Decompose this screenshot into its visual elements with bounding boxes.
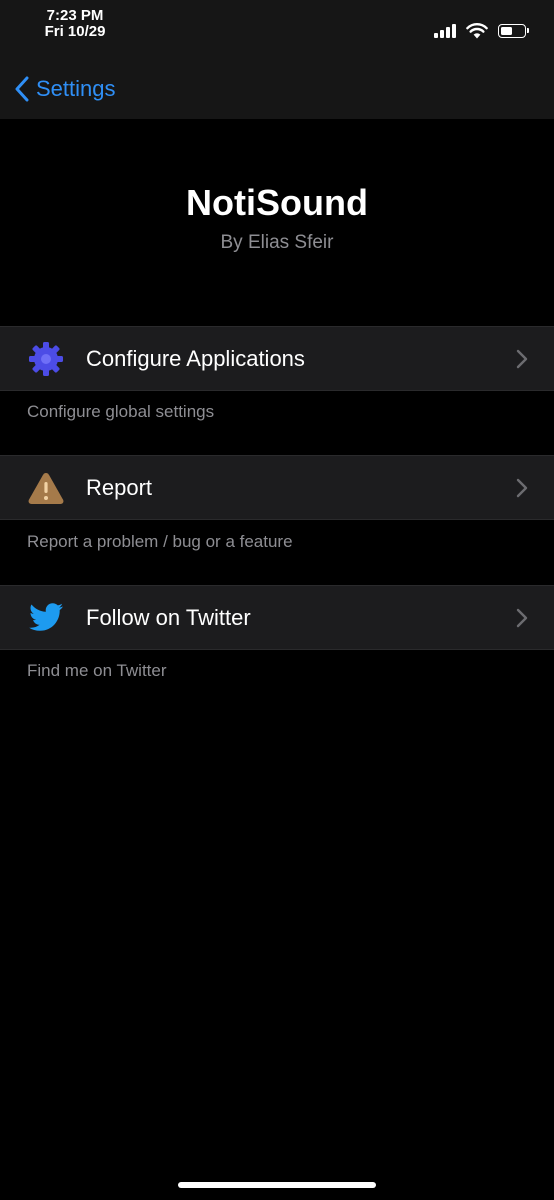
twitter-bird-icon	[27, 599, 65, 637]
status-time: 7:23 PM	[46, 7, 104, 24]
status-bar-icons	[434, 20, 529, 42]
configure-applications-label: Configure Applications	[86, 345, 305, 371]
cellular-signal-icon	[434, 24, 456, 38]
app-header: NotiSound By Elias Sfeir	[0, 180, 554, 254]
page-title: NotiSound	[186, 182, 368, 223]
home-indicator	[178, 1182, 376, 1188]
warning-icon	[27, 469, 65, 507]
chevron-left-icon	[15, 76, 29, 102]
follow-on-twitter-cell[interactable]: Follow on Twitter	[0, 585, 554, 650]
chevron-right-icon	[516, 349, 528, 369]
chevron-right-icon	[516, 478, 528, 498]
report-cell[interactable]: Report	[0, 455, 554, 520]
configure-applications-cell[interactable]: Configure Applications	[0, 326, 554, 391]
wifi-icon	[466, 23, 488, 39]
status-date: Fri 10/29	[44, 23, 106, 40]
gear-icon	[27, 340, 65, 378]
report-label: Report	[86, 474, 153, 500]
page-subtitle: By Elias Sfeir	[220, 232, 334, 253]
status-bar-clock: 7:23 PM Fri 10/29	[0, 8, 150, 40]
configure-applications-footer: Configure global settings	[27, 402, 215, 421]
chevron-right-icon	[516, 608, 528, 628]
back-button[interactable]: Settings	[14, 72, 116, 106]
back-button-label: Settings	[36, 76, 116, 101]
report-footer: Report a problem / bug or a feature	[27, 532, 293, 551]
follow-on-twitter-label: Follow on Twitter	[86, 604, 251, 630]
follow-on-twitter-footer: Find me on Twitter	[27, 661, 167, 680]
battery-icon	[498, 24, 529, 38]
battery-level	[501, 27, 512, 35]
navigation-bar: 7:23 PM Fri 10/29 Settings	[0, 0, 554, 119]
